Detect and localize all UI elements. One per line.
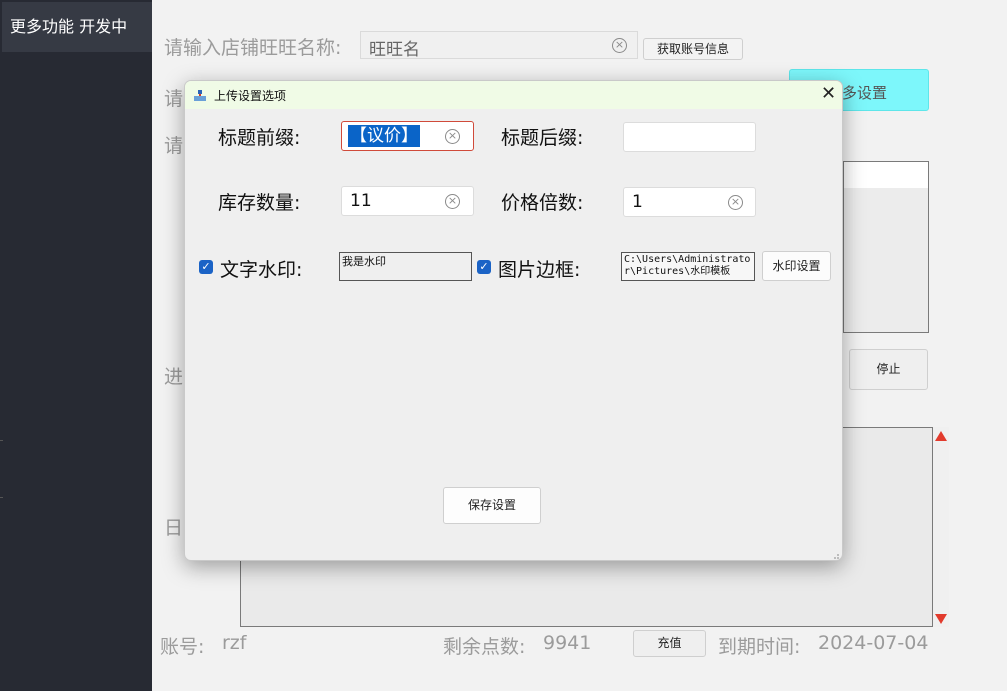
- expiry-value: 2024-07-04: [818, 632, 929, 654]
- dialog-title-bar[interactable]: 上传设置选项 ✕: [185, 81, 842, 109]
- price-multiplier-value: 1: [632, 192, 643, 212]
- points-label: 剩余点数:: [443, 636, 526, 658]
- image-border-path-value: C:\Users\Administrator\Pictures\水印模板: [624, 254, 751, 277]
- watermark-settings-button[interactable]: 水印设置: [762, 251, 831, 281]
- text-watermark-input[interactable]: 我是水印: [339, 252, 472, 281]
- scroll-up-arrow-icon[interactable]: [935, 431, 947, 441]
- dialog-title: 上传设置选项: [214, 89, 287, 103]
- log-scrollbar[interactable]: [933, 427, 949, 627]
- sidebar: [0, 0, 152, 691]
- title-suffix-input[interactable]: [623, 122, 756, 152]
- scroll-down-arrow-icon[interactable]: [935, 614, 947, 624]
- text-watermark-checkbox[interactable]: ✓: [199, 260, 213, 274]
- title-prefix-input[interactable]: 【议价】 ×: [341, 121, 474, 151]
- stock-quantity-input[interactable]: 11 ×: [341, 186, 474, 216]
- save-settings-button[interactable]: 保存设置: [443, 487, 541, 524]
- expiry-label: 到期时间:: [718, 636, 801, 658]
- close-icon[interactable]: ✕: [821, 85, 836, 103]
- stop-button[interactable]: 停止: [849, 349, 928, 390]
- image-border-checkbox[interactable]: ✓: [477, 260, 491, 274]
- title-suffix-label: 标题后缀:: [501, 127, 584, 149]
- price-multiplier-input[interactable]: 1 ×: [623, 187, 756, 217]
- upload-settings-dialog: 上传设置选项 ✕ 标题前缀: 【议价】 × 标题后缀: 库存数量: 11 × 价…: [184, 80, 843, 561]
- sidebar-header[interactable]: 更多功能 开发中: [2, 2, 152, 52]
- app-logo-icon: [193, 88, 207, 102]
- stock-quantity-label: 库存数量:: [218, 192, 301, 214]
- get-account-info-button[interactable]: 获取账号信息: [643, 38, 743, 60]
- image-border-label: 图片边框:: [498, 259, 581, 281]
- sidebar-divider: [0, 440, 3, 441]
- clear-icon[interactable]: ×: [445, 129, 460, 144]
- resize-grip-icon[interactable]: [830, 548, 840, 559]
- title-prefix-value: 【议价】: [348, 125, 420, 147]
- price-multiplier-label: 价格倍数:: [501, 192, 584, 214]
- row3-label: 请: [164, 135, 184, 157]
- shop-name-label: 请输入店铺旺旺名称:: [164, 37, 342, 59]
- clear-icon[interactable]: ×: [445, 194, 460, 209]
- title-prefix-label: 标题前缀:: [218, 127, 301, 149]
- stock-quantity-value: 11: [350, 191, 372, 211]
- shop-name-input[interactable]: 旺旺名 ×: [360, 31, 638, 60]
- text-watermark-value: 我是水印: [342, 255, 386, 268]
- text-watermark-label: 文字水印:: [220, 259, 303, 281]
- clear-icon[interactable]: ×: [728, 195, 743, 210]
- progress-label: 进: [164, 366, 184, 388]
- list-box[interactable]: [843, 161, 929, 333]
- shop-name-value: 旺旺名: [369, 40, 420, 60]
- image-border-path-input[interactable]: C:\Users\Administrator\Pictures\水印模板: [621, 252, 755, 281]
- row2-label: 请: [164, 88, 184, 110]
- account-label: 账号:: [160, 636, 205, 658]
- points-value: 9941: [543, 632, 592, 654]
- sidebar-divider: [0, 497, 3, 498]
- account-value: rzf: [222, 632, 247, 654]
- list-box-header: [844, 162, 928, 188]
- recharge-button[interactable]: 充值: [633, 630, 706, 657]
- more-settings-label: 多设置: [842, 84, 888, 102]
- log-label: 日: [164, 517, 184, 539]
- clear-icon[interactable]: ×: [612, 38, 627, 53]
